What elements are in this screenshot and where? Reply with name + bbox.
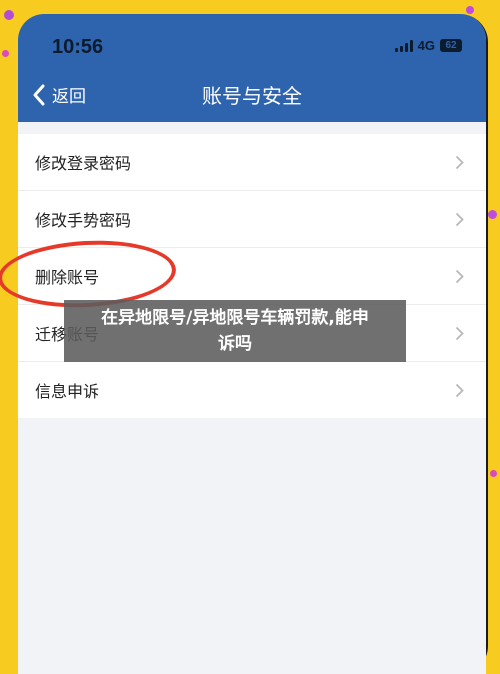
network-type: 4G <box>417 38 435 53</box>
menu-item-label: 信息申诉 <box>35 382 100 401</box>
menu-item-label: 修改登录密码 <box>35 154 132 173</box>
app-header: 10:56 4G 62 返回 账号与安全 <box>18 14 486 122</box>
menu-item-info-appeal[interactable]: 信息申诉 <box>18 362 486 418</box>
chevron-right-icon <box>455 269 464 283</box>
chevron-right-icon <box>455 326 464 340</box>
caption-line: 在异地限号/异地限号车辆罚款,能申 <box>101 308 369 328</box>
page-title: 账号与安全 <box>202 84 302 108</box>
decor-dot <box>490 470 497 477</box>
menu-item-change-login-password[interactable]: 修改登录密码 <box>18 134 486 191</box>
status-time: 10:56 <box>52 36 104 58</box>
decor-dot <box>4 10 14 20</box>
menu-item-label: 修改手势密码 <box>35 211 132 230</box>
menu-item-change-gesture-password[interactable]: 修改手势密码 <box>18 191 486 248</box>
decor-dot <box>2 50 9 57</box>
caption-overlay: 在异地限号/异地限号车辆罚款,能申 诉吗 <box>64 300 406 362</box>
decor-dot <box>466 6 474 14</box>
chevron-right-icon <box>455 383 464 397</box>
status-indicators: 4G 62 <box>394 38 462 53</box>
signal-icon <box>394 39 413 52</box>
chevron-right-icon <box>455 212 464 226</box>
decor-dot <box>488 210 497 219</box>
chevron-right-icon <box>455 155 464 169</box>
battery-icon: 62 <box>440 39 462 52</box>
caption-line: 诉吗 <box>218 334 252 354</box>
